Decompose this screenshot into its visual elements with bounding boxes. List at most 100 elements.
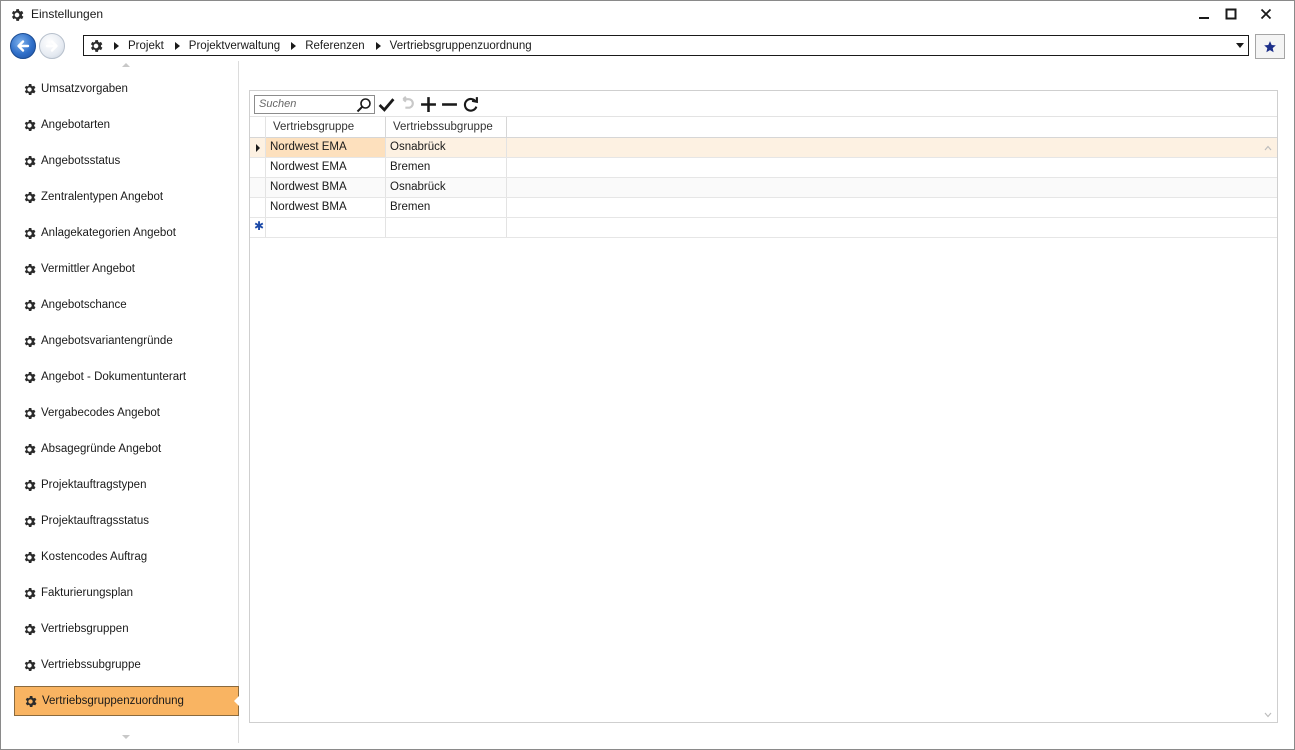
grid-cell[interactable]: Nordwest EMA [266, 158, 386, 177]
table-row[interactable]: Nordwest EMA Osnabrück [250, 138, 1277, 158]
star-icon [1264, 40, 1276, 52]
sidebar-item-label: Angebotarten [41, 119, 111, 131]
sidebar-item[interactable]: Angebotarten [14, 110, 239, 140]
column-header-vertriebsgruppe[interactable]: Vertriebsgruppe [266, 117, 386, 138]
breadcrumb-item[interactable]: Referenzen [291, 40, 375, 52]
remove-button[interactable] [439, 94, 459, 114]
new-row[interactable]: ✱ [250, 218, 1277, 238]
row-indicator[interactable] [250, 138, 266, 157]
scroll-up-icon[interactable] [122, 63, 130, 67]
plus-icon [420, 96, 436, 112]
breadcrumb-item[interactable]: Projektverwaltung [174, 39, 291, 52]
grid-cell[interactable]: Osnabrück [386, 178, 507, 197]
breadcrumb-item[interactable]: Projekt [114, 40, 175, 52]
sidebar-item[interactable]: Projektauftragsstatus [14, 506, 239, 536]
row-indicator: ✱ [250, 218, 266, 237]
column-header-vertriebssubgruppe[interactable]: Vertriebssubgruppe [386, 117, 507, 138]
table-row[interactable]: Nordwest BMA Bremen [250, 198, 1277, 218]
search-icon[interactable] [356, 97, 372, 113]
gear-icon [24, 407, 36, 419]
back-button[interactable] [10, 33, 36, 59]
favorites-button[interactable] [1255, 34, 1285, 59]
chevron-right-icon [375, 41, 381, 50]
sidebar-item[interactable]: Vermittler Angebot [14, 254, 239, 284]
address-bar[interactable]: Projekt Projektverwaltung Referenzen Ver… [83, 35, 1249, 56]
sidebar-item[interactable]: Angebot - Dokumentunterart [14, 362, 239, 392]
undo-icon [402, 95, 414, 109]
grid-cell[interactable]: Nordwest BMA [266, 178, 386, 197]
sidebar-item[interactable]: Kostencodes Auftrag [14, 542, 239, 572]
gear-icon [90, 39, 103, 52]
sidebar-item-label: Angebot - Dokumentunterart [41, 371, 187, 383]
grid-cell[interactable] [386, 218, 507, 237]
breadcrumb-item[interactable]: Vertriebsgruppenzuordnung [375, 40, 543, 52]
chevron-right-icon [291, 41, 297, 50]
table-row[interactable]: Nordwest BMA Osnabrück [250, 178, 1277, 198]
table-row[interactable]: Nordwest EMA Bremen [250, 158, 1277, 178]
chevron-down-icon[interactable] [1264, 711, 1272, 719]
sidebar-item-label: Zentralentypen Angebot [41, 191, 164, 203]
content-panel: Vertriebsgruppe Vertriebssubgruppe Nordw… [249, 90, 1278, 723]
gear-icon [25, 695, 37, 707]
gear-icon [24, 587, 36, 599]
close-icon [1260, 8, 1272, 20]
sidebar-item-label: Vermittler Angebot [41, 263, 135, 275]
maximize-button[interactable] [1213, 3, 1249, 25]
gear-icon [24, 263, 36, 275]
sidebar-item[interactable]: Umsatzvorgaben [14, 74, 239, 104]
asterisk-icon: ✱ [254, 219, 265, 233]
checkmark-icon [378, 97, 394, 112]
chevron-up-icon[interactable] [1264, 144, 1272, 152]
sidebar-item[interactable]: Projektauftragstypen [14, 470, 239, 500]
sidebar-item[interactable]: Angebotsvariantengründe [14, 326, 239, 356]
undo-button[interactable] [397, 94, 417, 114]
sidebar-item[interactable]: Zentralentypen Angebot [14, 182, 239, 212]
sidebar-item[interactable]: Angebotsstatus [14, 146, 239, 176]
sidebar-item-label: Angebotsstatus [41, 155, 121, 167]
sidebar-item[interactable]: Vertriebssubgruppe [14, 650, 239, 680]
vertical-scrollbar[interactable] [1260, 138, 1277, 722]
gear-icon [24, 443, 36, 455]
gear-icon [24, 155, 36, 167]
breadcrumb-label: Projektverwaltung [188, 39, 281, 52]
add-button[interactable] [418, 94, 438, 114]
scroll-down-icon[interactable] [122, 735, 130, 739]
search-box[interactable] [254, 94, 375, 114]
sidebar-item-label: Projektauftragstypen [41, 479, 147, 491]
search-input[interactable] [255, 95, 353, 113]
chevron-right-icon [114, 41, 119, 50]
grid-cell[interactable]: Bremen [386, 198, 507, 217]
close-button[interactable] [1248, 3, 1284, 25]
grid-cell[interactable]: Osnabrück [386, 138, 507, 157]
grid-cell[interactable]: Nordwest BMA [266, 198, 386, 217]
sidebar-item-label: Kostencodes Auftrag [41, 551, 148, 563]
gear-icon [11, 9, 24, 21]
row-indicator[interactable] [250, 178, 266, 197]
breadcrumb-label: Referenzen [305, 39, 365, 52]
sidebar-item[interactable]: Fakturierungsplan [14, 578, 239, 608]
sidebar-item[interactable]: Absagegründe Angebot [14, 434, 239, 464]
sidebar-item-label: Vertriebssubgruppe [41, 659, 141, 671]
sidebar-item[interactable]: Vertriebsgruppen [14, 614, 239, 644]
save-button[interactable] [376, 94, 396, 114]
chevron-right-icon [174, 41, 180, 50]
grid-cell[interactable]: Nordwest EMA [266, 138, 386, 157]
sidebar-item[interactable]: Vertriebsgruppenzuordnung [14, 686, 239, 716]
grid-cell[interactable] [266, 218, 386, 237]
sidebar-item[interactable]: Angebotschance [14, 290, 239, 320]
gear-icon [24, 479, 36, 491]
minus-icon [441, 102, 457, 106]
sidebar-item[interactable]: Anlagekategorien Angebot [14, 218, 239, 248]
gear-icon [24, 515, 36, 527]
forward-button[interactable] [39, 33, 65, 59]
row-indicator[interactable] [250, 198, 266, 217]
row-indicator[interactable] [250, 158, 266, 177]
sidebar-item[interactable]: Vergabecodes Angebot [14, 398, 239, 428]
gear-icon [24, 227, 36, 239]
grid-header: Vertriebsgruppe Vertriebssubgruppe [250, 116, 1277, 138]
grid-cell[interactable]: Bremen [386, 158, 507, 177]
chevron-down-icon[interactable] [1236, 43, 1244, 48]
navigation-bar: Projekt Projektverwaltung Referenzen Ver… [1, 31, 1294, 61]
sidebar-item-label: Vertriebsgruppen [41, 623, 129, 635]
refresh-button[interactable] [460, 94, 480, 114]
